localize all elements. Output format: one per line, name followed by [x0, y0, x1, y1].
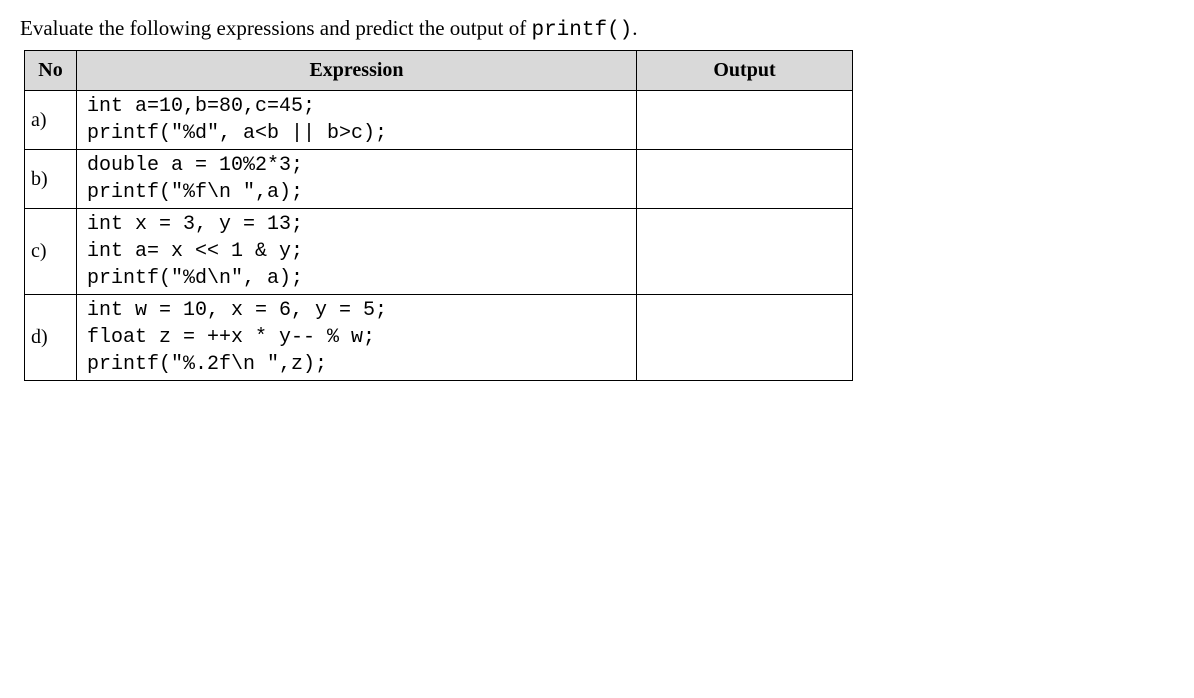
row-expression: double a = 10%2*3; printf("%f\n ",a); — [77, 150, 637, 209]
row-expression: int w = 10, x = 6, y = 5; float z = ++x … — [77, 295, 637, 381]
row-no: c) — [25, 209, 77, 295]
code-block: int x = 3, y = 13; int a= x << 1 & y; pr… — [87, 211, 628, 292]
row-output — [637, 91, 853, 150]
row-output — [637, 209, 853, 295]
expression-table: No Expression Output a) int a=10,b=80,c=… — [24, 50, 853, 381]
code-block: double a = 10%2*3; printf("%f\n ",a); — [87, 152, 628, 206]
prompt-text-after: . — [632, 16, 637, 40]
prompt-code: printf() — [531, 19, 632, 42]
table-row: c) int x = 3, y = 13; int a= x << 1 & y;… — [25, 209, 853, 295]
row-no: a) — [25, 91, 77, 150]
header-output: Output — [637, 51, 853, 91]
row-no: b) — [25, 150, 77, 209]
row-no: d) — [25, 295, 77, 381]
header-no: No — [25, 51, 77, 91]
row-expression: int x = 3, y = 13; int a= x << 1 & y; pr… — [77, 209, 637, 295]
row-expression: int a=10,b=80,c=45; printf("%d", a<b || … — [77, 91, 637, 150]
code-block: int w = 10, x = 6, y = 5; float z = ++x … — [87, 297, 628, 378]
row-output — [637, 150, 853, 209]
header-expression: Expression — [77, 51, 637, 91]
table-row: a) int a=10,b=80,c=45; printf("%d", a<b … — [25, 91, 853, 150]
prompt-text-before: Evaluate the following expressions and p… — [20, 16, 531, 40]
table-row: b) double a = 10%2*3; printf("%f\n ",a); — [25, 150, 853, 209]
row-output — [637, 295, 853, 381]
table-row: d) int w = 10, x = 6, y = 5; float z = +… — [25, 295, 853, 381]
question-prompt: Evaluate the following expressions and p… — [20, 16, 1174, 42]
table-header-row: No Expression Output — [25, 51, 853, 91]
code-block: int a=10,b=80,c=45; printf("%d", a<b || … — [87, 93, 628, 147]
